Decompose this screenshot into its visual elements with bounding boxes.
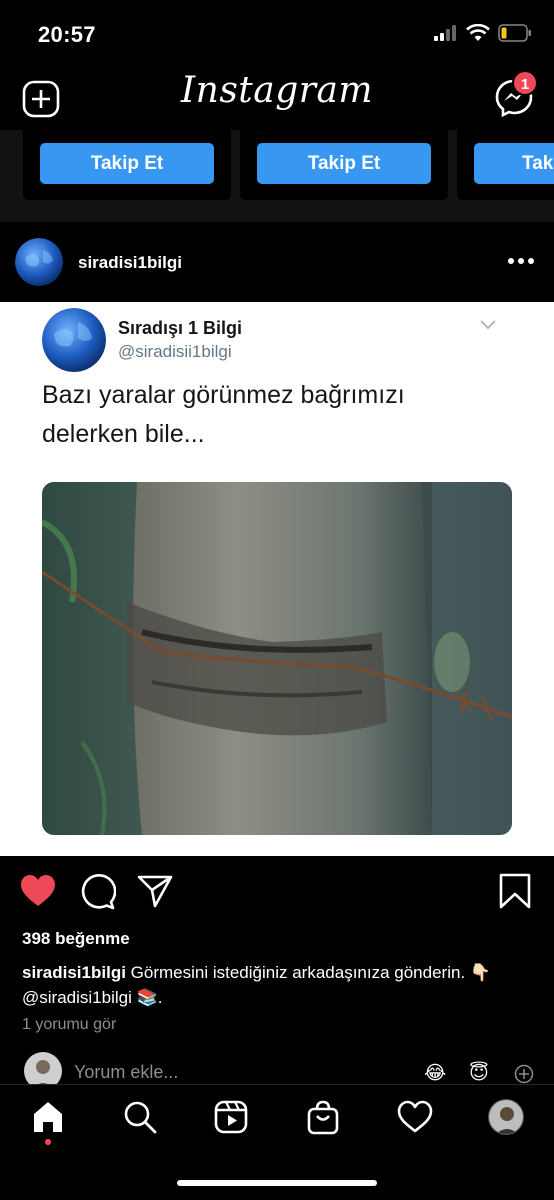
search-icon[interactable] (122, 1099, 158, 1135)
dm-badge: 1 (512, 70, 538, 96)
caption-username[interactable]: siradisi1bilgi (22, 963, 126, 982)
home-indicator (177, 1180, 377, 1186)
status-time: 20:57 (38, 22, 96, 47)
shop-icon[interactable] (305, 1099, 341, 1135)
emoji-halo[interactable]: 😇 (469, 1062, 489, 1085)
bookmark-icon[interactable] (496, 872, 534, 910)
suggestion-card: Takip Et (240, 130, 448, 200)
post-actions (0, 856, 554, 926)
tweet-avatar (42, 308, 106, 372)
tweet-display-name: Sıradışı 1 Bilgi (118, 318, 243, 338)
tweet-handle: @siradisii1bilgi (118, 342, 232, 361)
instagram-logo: Instagram (180, 70, 374, 111)
reels-icon[interactable] (213, 1099, 249, 1135)
share-icon[interactable] (136, 872, 174, 910)
suggestion-card: Takip Et (23, 130, 231, 200)
battery-icon (498, 24, 531, 42)
follow-button[interactable]: Takip Et (257, 143, 431, 184)
tweet-text: Bazı yaralar görünmez bağrımızı delerken… (42, 381, 405, 448)
post-image[interactable]: Sıradışı 1 Bilgi @siradisii1bilgi Bazı y… (0, 302, 554, 856)
status-icons (434, 24, 532, 42)
post-username[interactable]: siradisi1bilgi (78, 253, 182, 273)
home-active-dot (45, 1139, 51, 1145)
home-icon[interactable] (30, 1099, 66, 1135)
status-bar: 20:57 (0, 0, 554, 64)
activity-heart-icon[interactable] (397, 1099, 433, 1135)
chevron-down-icon (480, 320, 496, 330)
avatar[interactable] (15, 238, 63, 286)
follow-button[interactable]: Tak (474, 143, 554, 184)
post-caption: siradisi1bilgi Görmesini istediğiniz ark… (22, 960, 532, 1010)
more-options-icon[interactable] (508, 258, 534, 264)
wifi-icon (466, 24, 490, 41)
comment-input[interactable]: Yorum ekle... (74, 1062, 178, 1083)
profile-avatar[interactable] (488, 1099, 524, 1135)
signal-icon (434, 25, 456, 41)
avatar (24, 1052, 62, 1088)
likes-count[interactable]: 398 beğenme (22, 929, 130, 949)
emoji-laugh[interactable]: 😂 (424, 1062, 446, 1085)
comment-icon[interactable] (78, 872, 116, 910)
follow-button[interactable]: Takip Et (40, 143, 214, 184)
tree-photo (42, 482, 512, 835)
suggestion-card: Tak (457, 130, 554, 200)
add-comment-row: Yorum ekle... 😂 😇 (0, 1052, 554, 1088)
heart-filled-icon[interactable] (19, 872, 57, 910)
app-header: Instagram 1 (0, 64, 554, 130)
post-header: siradisi1bilgi (0, 222, 554, 302)
add-emoji-icon[interactable] (514, 1064, 534, 1084)
view-comments-link[interactable]: 1 yorumu gör (22, 1016, 116, 1034)
suggestions-carousel[interactable]: Takip Et Takip Et Tak (0, 130, 554, 222)
